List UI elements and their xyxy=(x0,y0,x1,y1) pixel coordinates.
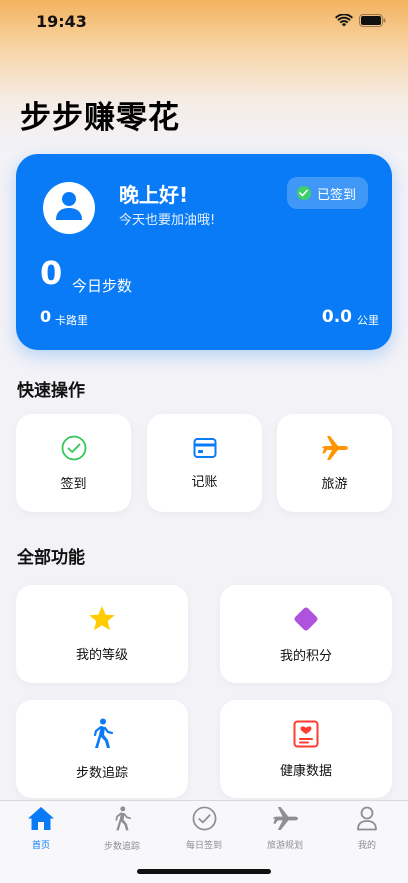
quick-action-checkin[interactable]: 签到 xyxy=(16,414,131,512)
feature-step-tracking[interactable]: 步数追踪 xyxy=(16,700,188,798)
quick-action-label: 记账 xyxy=(191,474,218,490)
quick-action-label: 旅游 xyxy=(321,476,348,492)
calories-value: 0 xyxy=(40,307,52,326)
quick-action-accounting[interactable]: 记账 xyxy=(147,414,262,512)
quick-actions-title: 快速操作 xyxy=(17,381,85,401)
card-icon xyxy=(193,437,217,459)
status-time: 19:43 xyxy=(36,12,87,31)
tab-daily-checkin[interactable]: 每日签到 xyxy=(164,806,244,851)
steps-value: 0 xyxy=(40,254,63,292)
wifi-icon xyxy=(335,14,353,27)
tab-label: 首页 xyxy=(31,841,50,851)
summary-card: 晚上好! 今天也要加油哦! 已签到 0 今日步数 0 卡路里 0.0 公里 xyxy=(16,154,392,350)
person-icon xyxy=(54,190,84,226)
feature-label: 步数追踪 xyxy=(75,765,128,781)
status-icons xyxy=(335,14,386,27)
checkin-badge-label: 已签到 xyxy=(316,187,356,203)
airplane-icon xyxy=(272,806,299,835)
status-bar: 19:43 xyxy=(0,0,408,44)
home-indicator[interactable] xyxy=(137,869,271,874)
health-record-icon xyxy=(293,720,319,748)
distance-label: 公里 xyxy=(357,314,379,327)
feature-my-points[interactable]: 我的积分 xyxy=(220,585,392,683)
page-title: 步步赚零花 xyxy=(20,100,180,136)
greeting-text: 晚上好! xyxy=(119,183,189,207)
steps-label: 今日步数 xyxy=(72,277,133,295)
checkmark-circle-icon xyxy=(61,435,87,461)
tab-step-tracking[interactable]: 步数追踪 xyxy=(82,806,162,852)
tab-travel-planning[interactable]: 旅游规划 xyxy=(245,806,325,851)
tab-home[interactable]: 首页 xyxy=(1,806,81,851)
tab-profile[interactable]: 我的 xyxy=(327,806,407,851)
tab-label: 每日签到 xyxy=(185,841,222,851)
distance-value: 0.0 xyxy=(321,307,352,327)
avatar[interactable] xyxy=(43,182,95,234)
checkmark-circle-icon xyxy=(192,806,217,835)
star-icon xyxy=(88,605,116,632)
walking-icon xyxy=(90,718,114,750)
person-icon xyxy=(356,806,378,835)
battery-icon xyxy=(359,14,386,27)
tab-label: 步数追踪 xyxy=(103,842,140,852)
quick-action-label: 签到 xyxy=(60,476,87,492)
feature-label: 健康数据 xyxy=(279,763,332,779)
tab-label: 旅游规划 xyxy=(266,841,303,851)
feature-label: 我的等级 xyxy=(75,648,128,663)
subgreeting-text: 今天也要加油哦! xyxy=(119,213,216,228)
calories-label: 卡路里 xyxy=(55,314,88,327)
diamond-icon xyxy=(292,605,320,633)
airplane-icon xyxy=(321,435,349,461)
feature-my-level[interactable]: 我的等级 xyxy=(16,585,188,683)
app-screen: 19:43 步步赚零花 晚上好! 今天也要加油哦! 已签到 0 今日步数 0 卡… xyxy=(0,0,408,883)
home-icon xyxy=(27,806,55,835)
feature-health-data[interactable]: 健康数据 xyxy=(220,700,392,798)
checkin-status-badge[interactable]: 已签到 xyxy=(286,177,368,209)
feature-label: 我的积分 xyxy=(279,648,332,664)
walking-icon xyxy=(112,806,132,836)
checkmark-icon xyxy=(296,186,311,200)
quick-action-travel[interactable]: 旅游 xyxy=(277,414,392,512)
tab-label: 我的 xyxy=(357,841,376,851)
all-features-title: 全部功能 xyxy=(17,548,85,568)
